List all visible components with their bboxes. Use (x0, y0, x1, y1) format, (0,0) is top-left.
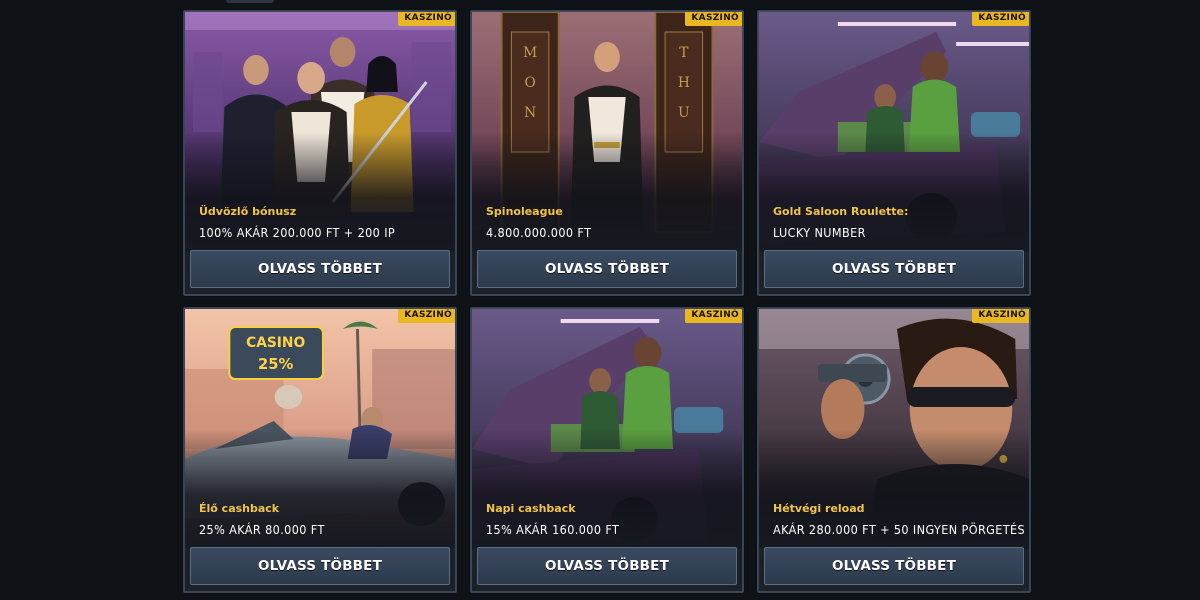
promo-offer: 100% AKÁR 200.000 FT + 200 IP (199, 225, 396, 240)
promo-offer: 4.800.000.000 FT (486, 225, 592, 240)
casino-badge: KASZINÓ (685, 309, 742, 323)
promotions-grid: KASZINÓ Üdvözlő bónusz 100% AKÁR 200.000… (183, 10, 1032, 600)
read-more-button[interactable]: OLVASS TÖBBET (190, 250, 450, 288)
casino-badge: KASZINÓ (398, 12, 455, 26)
promo-card-roulette: KASZINÓ Gold Saloon Roulette: LUCKY NUMB… (757, 10, 1031, 296)
casino-sign-percent: 25% (258, 355, 293, 373)
read-more-button[interactable]: OLVASS TÖBBET (764, 250, 1024, 288)
promo-subtitle: Gold Saloon Roulette: (773, 205, 909, 218)
read-more-button[interactable]: OLVASS TÖBBET (477, 250, 737, 288)
door-letter-m: M (523, 45, 537, 61)
promo-offer: 15% AKÁR 160.000 FT (486, 522, 620, 537)
promo-card-daily-cashback: KASZINÓ Napi cashback 15% AKÁR 160.000 F… (470, 307, 744, 593)
casino-badge: KASZINÓ (972, 12, 1029, 26)
door-letter-u: U (678, 105, 690, 121)
casino-sign-text: CASINO (246, 335, 305, 351)
promo-offer: AKÁR 280.000 FT + 50 INGYEN PÖRGETÉS (773, 522, 1026, 537)
promo-card-welcome-bonus: KASZINÓ Üdvözlő bónusz 100% AKÁR 200.000… (183, 10, 457, 296)
promo-offer: LUCKY NUMBER (773, 225, 866, 240)
promo-card-spinoleague: M O N T H U KASZINÓ Spinoleague 4.800.00… (470, 10, 744, 296)
promo-card-live-cashback: CASINO 25% KASZINÓ Élő cashback 25% AKÁR… (183, 307, 457, 593)
casino-badge: KASZINÓ (398, 309, 455, 323)
door-letter-n: N (524, 105, 536, 121)
promo-subtitle: Hétvégi reload (773, 502, 865, 515)
promo-subtitle: Üdvözlő bónusz (199, 205, 297, 218)
read-more-button[interactable]: OLVASS TÖBBET (477, 547, 737, 585)
promo-subtitle: Spinoleague (486, 205, 563, 218)
promo-subtitle: Élő cashback (199, 502, 280, 515)
read-more-button[interactable]: OLVASS TÖBBET (764, 547, 1024, 585)
promo-offer: 25% AKÁR 80.000 FT (199, 522, 325, 537)
door-letter-t: T (679, 45, 689, 61)
door-letter-o: O (524, 75, 535, 91)
casino-badge: KASZINÓ (972, 309, 1029, 323)
door-letter-h: H (678, 75, 690, 91)
top-edge-tab (226, 0, 274, 3)
promo-card-weekend-reload: KASZINÓ Hétvégi reload AKÁR 280.000 FT +… (757, 307, 1031, 593)
promo-subtitle: Napi cashback (486, 502, 576, 515)
read-more-button[interactable]: OLVASS TÖBBET (190, 547, 450, 585)
casino-badge: KASZINÓ (685, 12, 742, 26)
